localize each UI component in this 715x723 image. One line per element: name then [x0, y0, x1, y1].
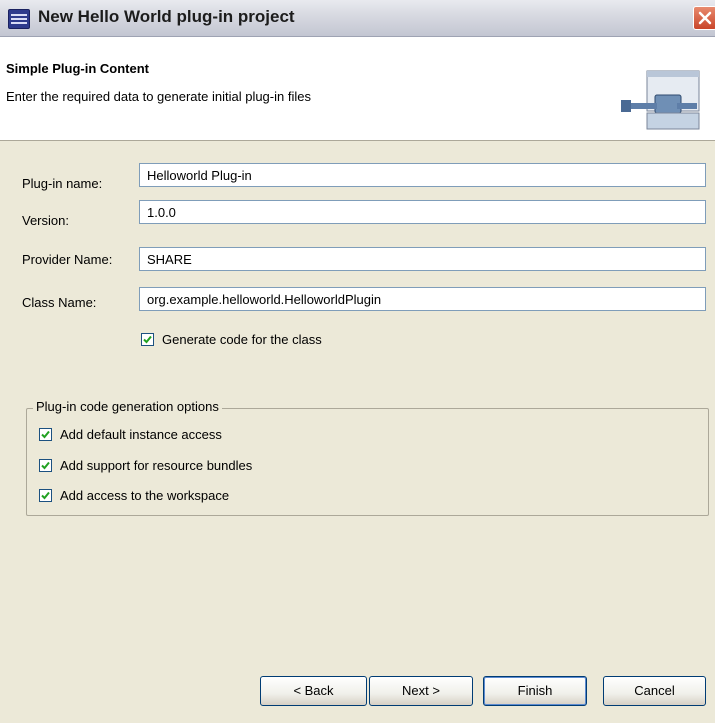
checkmark-icon [143, 335, 152, 344]
provider-name-label: Provider Name: [22, 252, 113, 267]
default-instance-access-checkbox[interactable] [39, 428, 52, 441]
page-title: Simple Plug-in Content [6, 61, 149, 76]
default-instance-access-label: Add default instance access [60, 427, 222, 442]
close-button[interactable] [693, 6, 715, 30]
provider-name-field[interactable] [139, 247, 706, 271]
generate-code-label: Generate code for the class [162, 332, 322, 347]
checkmark-icon [41, 491, 50, 500]
resource-bundles-label: Add support for resource bundles [60, 458, 253, 473]
checkmark-icon [41, 461, 50, 470]
resource-bundles-checkbox[interactable] [39, 459, 52, 472]
version-label: Version: [22, 213, 69, 228]
version-field[interactable] [139, 200, 706, 224]
plugin-name-label: Plug-in name: [22, 176, 103, 191]
option-workspace-access[interactable]: Add access to the workspace [39, 488, 229, 503]
generate-code-option[interactable]: Generate code for the class [141, 332, 322, 347]
option-default-instance-access[interactable]: Add default instance access [39, 427, 222, 442]
generate-code-checkbox[interactable] [141, 333, 154, 346]
class-name-field[interactable] [139, 287, 706, 311]
workspace-access-label: Add access to the workspace [60, 488, 230, 503]
eclipse-app-icon [8, 9, 30, 29]
window-title: New Hello World plug-in project [38, 7, 295, 26]
back-button[interactable]: < Back [260, 676, 367, 706]
next-button[interactable]: Next > [369, 676, 473, 706]
finish-button[interactable]: Finish [483, 676, 587, 706]
class-name-label: Class Name: [22, 295, 97, 310]
plugin-wizard-icon [621, 70, 700, 130]
title-bar[interactable]: New Hello World plug-in project [0, 0, 715, 37]
workspace-access-checkbox[interactable] [39, 489, 52, 502]
cancel-button[interactable]: Cancel [603, 676, 706, 706]
wizard-banner: Simple Plug-in Content Enter the require… [0, 37, 715, 141]
page-description: Enter the required data to generate init… [6, 89, 311, 104]
checkmark-icon [41, 430, 50, 439]
option-resource-bundles[interactable]: Add support for resource bundles [39, 458, 252, 473]
code-generation-options-title: Plug-in code generation options [33, 399, 222, 414]
close-icon [698, 11, 712, 25]
plugin-name-field[interactable] [139, 163, 706, 187]
